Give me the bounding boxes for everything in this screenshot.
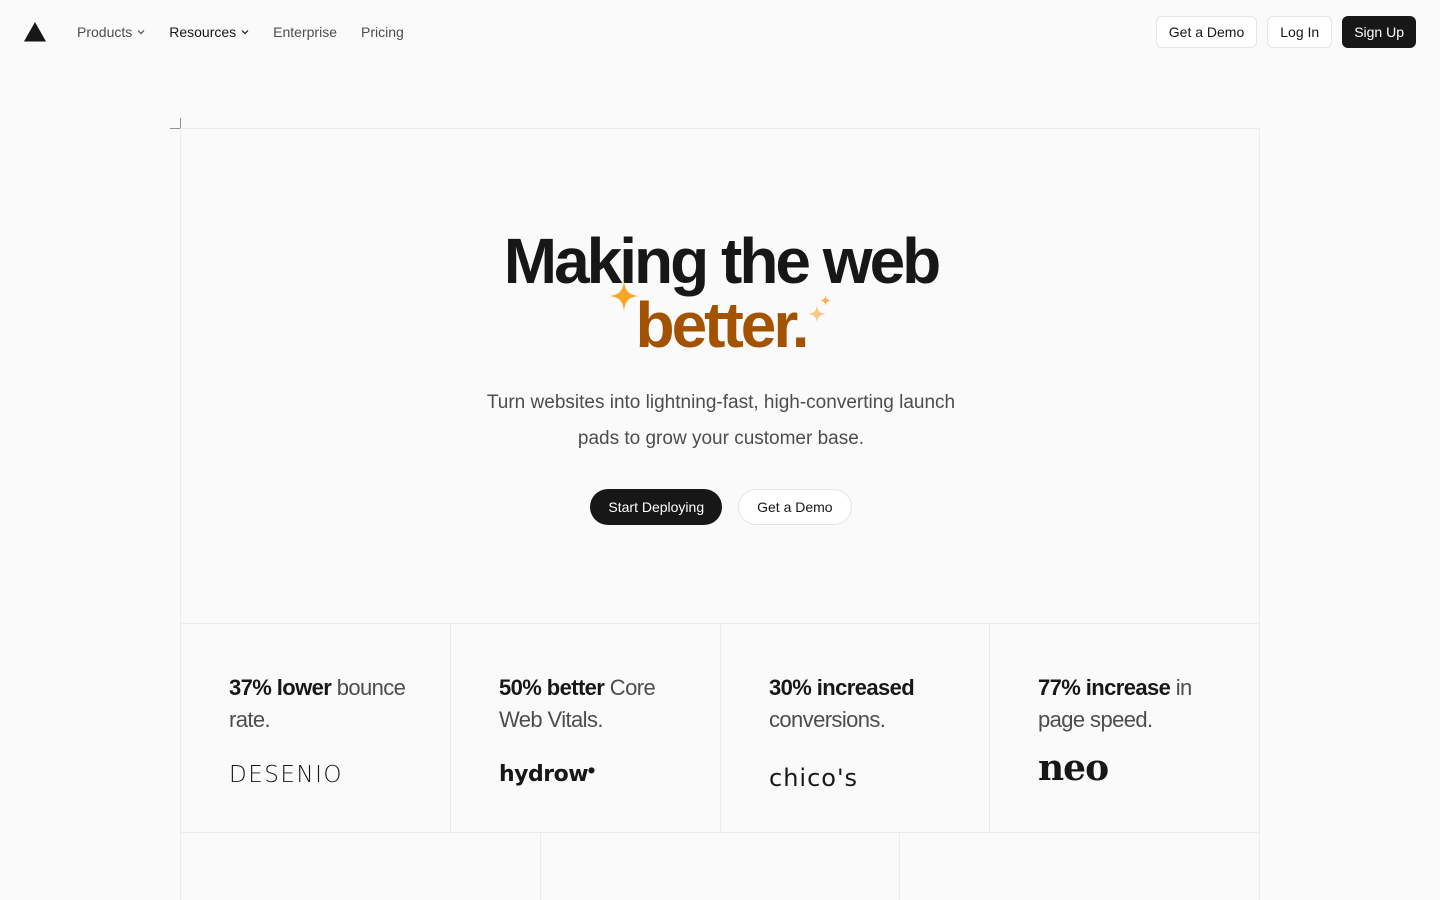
top-nav: Products Resources Enterprise Pricing Ge… bbox=[0, 0, 1440, 64]
sparkle-icon bbox=[609, 281, 639, 311]
nav-products[interactable]: Products bbox=[77, 24, 145, 40]
hero-get-demo-button[interactable]: Get a Demo bbox=[738, 489, 852, 525]
brand-logo-chicos: chico's bbox=[769, 764, 859, 792]
nav-resources-label: Resources bbox=[169, 24, 237, 40]
chevron-down-icon bbox=[241, 28, 249, 36]
brand-logo-desenio: DESENIO bbox=[229, 762, 343, 788]
nav-pricing[interactable]: Pricing bbox=[361, 24, 404, 40]
hero-title-accent: better. bbox=[635, 289, 809, 361]
grid-cell bbox=[541, 833, 900, 900]
nav-links: Products Resources Enterprise Pricing bbox=[77, 24, 404, 40]
stat-card[interactable]: 50% better Core Web Vitals. hydrow● bbox=[451, 624, 721, 832]
start-deploying-button[interactable]: Start Deploying bbox=[590, 489, 723, 525]
sign-up-button[interactable]: Sign Up bbox=[1342, 16, 1416, 48]
bottom-grid bbox=[181, 833, 1259, 900]
grid-cell bbox=[900, 833, 1259, 900]
triangle-logo-icon[interactable] bbox=[24, 22, 46, 42]
nav-actions: Get a Demo Log In Sign Up bbox=[1155, 16, 1416, 48]
log-in-button[interactable]: Log In bbox=[1267, 16, 1333, 48]
nav-products-label: Products bbox=[77, 24, 133, 40]
brand-logo-hydrow: hydrow● bbox=[499, 762, 595, 787]
hero-title: Making the web bbox=[503, 225, 942, 297]
stat-card[interactable]: 30% increased conversions. chico's bbox=[721, 624, 990, 832]
sparkle-icon bbox=[820, 295, 831, 306]
brand-logo-neo: neo bbox=[1038, 747, 1109, 789]
chevron-down-icon bbox=[137, 28, 145, 36]
stat-text: 50% better Core Web Vitals. bbox=[499, 675, 656, 732]
nav-enterprise[interactable]: Enterprise bbox=[273, 24, 337, 40]
grid-cell bbox=[181, 833, 541, 900]
hero-ctas: Start Deploying Get a Demo bbox=[181, 489, 1261, 525]
stat-text: 30% increased conversions. bbox=[769, 675, 915, 732]
stat-text: 77% increase in page speed. bbox=[1038, 675, 1192, 732]
hero-subtitle: Turn websites into lightning-fast, high-… bbox=[486, 392, 956, 449]
stats-grid: 37% lower bounce rate. DESENIO 50% bette… bbox=[181, 623, 1259, 833]
stat-text: 37% lower bounce rate. bbox=[229, 675, 406, 732]
nav-resources[interactable]: Resources bbox=[169, 24, 249, 40]
get-demo-button[interactable]: Get a Demo bbox=[1155, 16, 1258, 48]
stat-card[interactable]: 37% lower bounce rate. DESENIO bbox=[181, 624, 451, 832]
stat-card[interactable]: 77% increase in page speed. neo bbox=[990, 624, 1259, 832]
hero-frame: Making the web better. Turn websites int… bbox=[180, 128, 1260, 900]
sparkle-icon bbox=[808, 305, 826, 323]
